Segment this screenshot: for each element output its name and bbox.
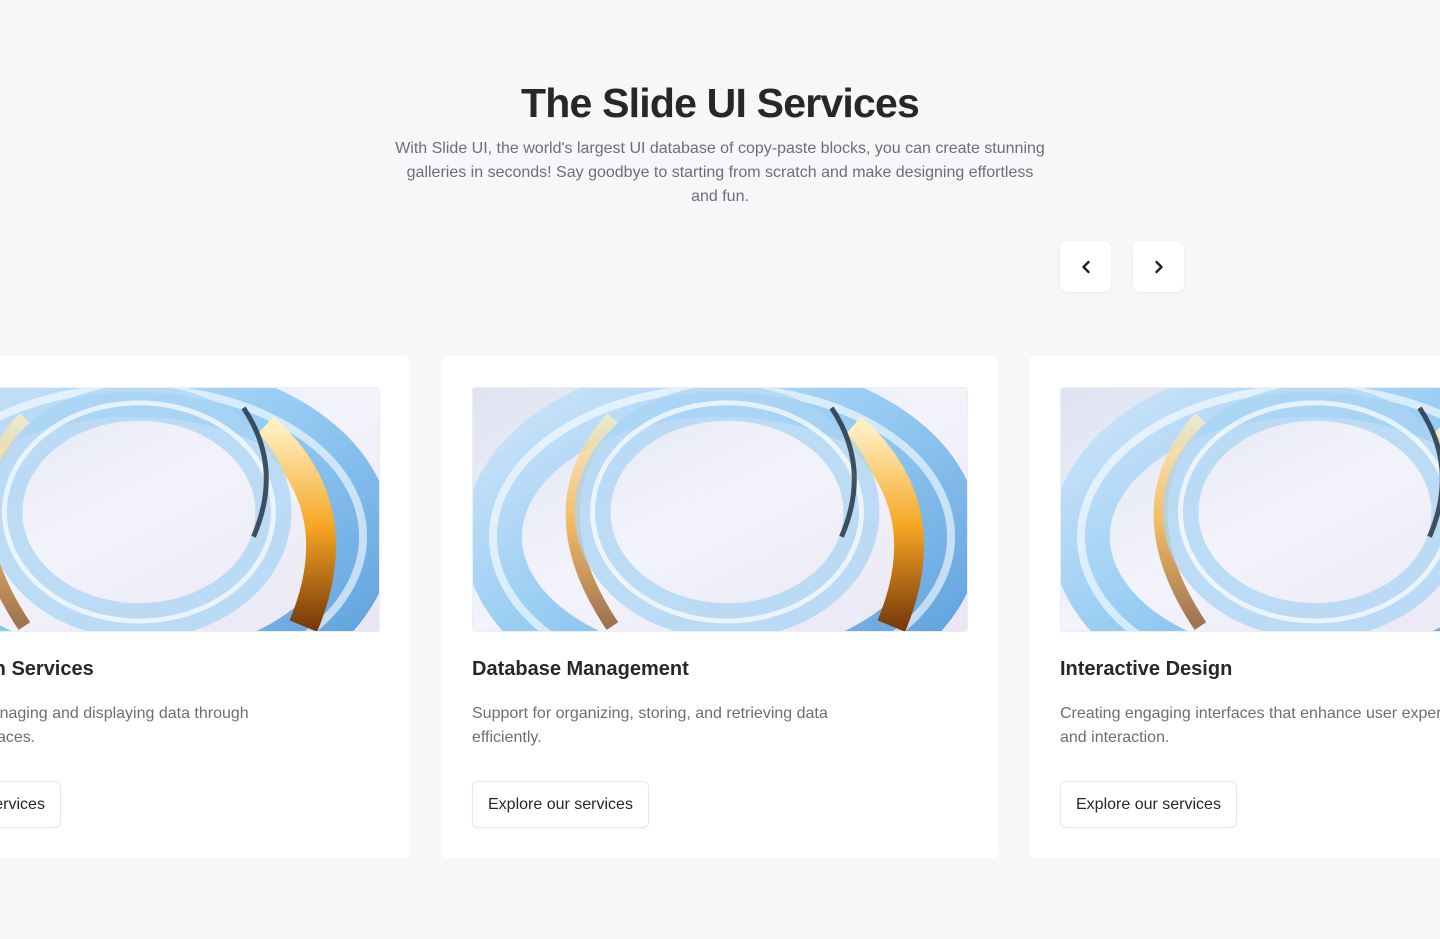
- chevron-right-icon: [1154, 260, 1163, 273]
- card-title: Interactive Design: [1060, 658, 1233, 680]
- carousel-next-button[interactable]: [1133, 241, 1184, 292]
- chevron-left-icon: [1081, 260, 1090, 273]
- service-card: Database Management Support for organizi…: [441, 356, 998, 858]
- explore-services-button[interactable]: Explore our services: [0, 781, 61, 828]
- service-card: Visualization Services Solutions for man…: [0, 356, 410, 858]
- services-section: The Slide UI Services With Slide UI, the…: [0, 0, 1440, 939]
- card-description: Solutions for managing and displaying da…: [0, 705, 249, 746]
- card-image: [1060, 387, 1440, 632]
- explore-services-button[interactable]: Explore our services: [472, 781, 649, 828]
- card-title: Visualization Services: [0, 658, 94, 680]
- card-image: [0, 387, 380, 632]
- card-description: Creating engaging interfaces that enhanc…: [1060, 705, 1440, 746]
- carousel-prev-button[interactable]: [1060, 241, 1111, 292]
- card-image: [472, 387, 968, 632]
- carousel-track: Visualization Services Solutions for man…: [0, 0, 1440, 939]
- card-description: Support for organizing, storing, and ret…: [472, 705, 828, 746]
- explore-services-button[interactable]: Explore our services: [1060, 781, 1237, 828]
- service-card: Interactive Design Creating engaging int…: [1029, 356, 1440, 858]
- card-title: Database Management: [472, 658, 689, 680]
